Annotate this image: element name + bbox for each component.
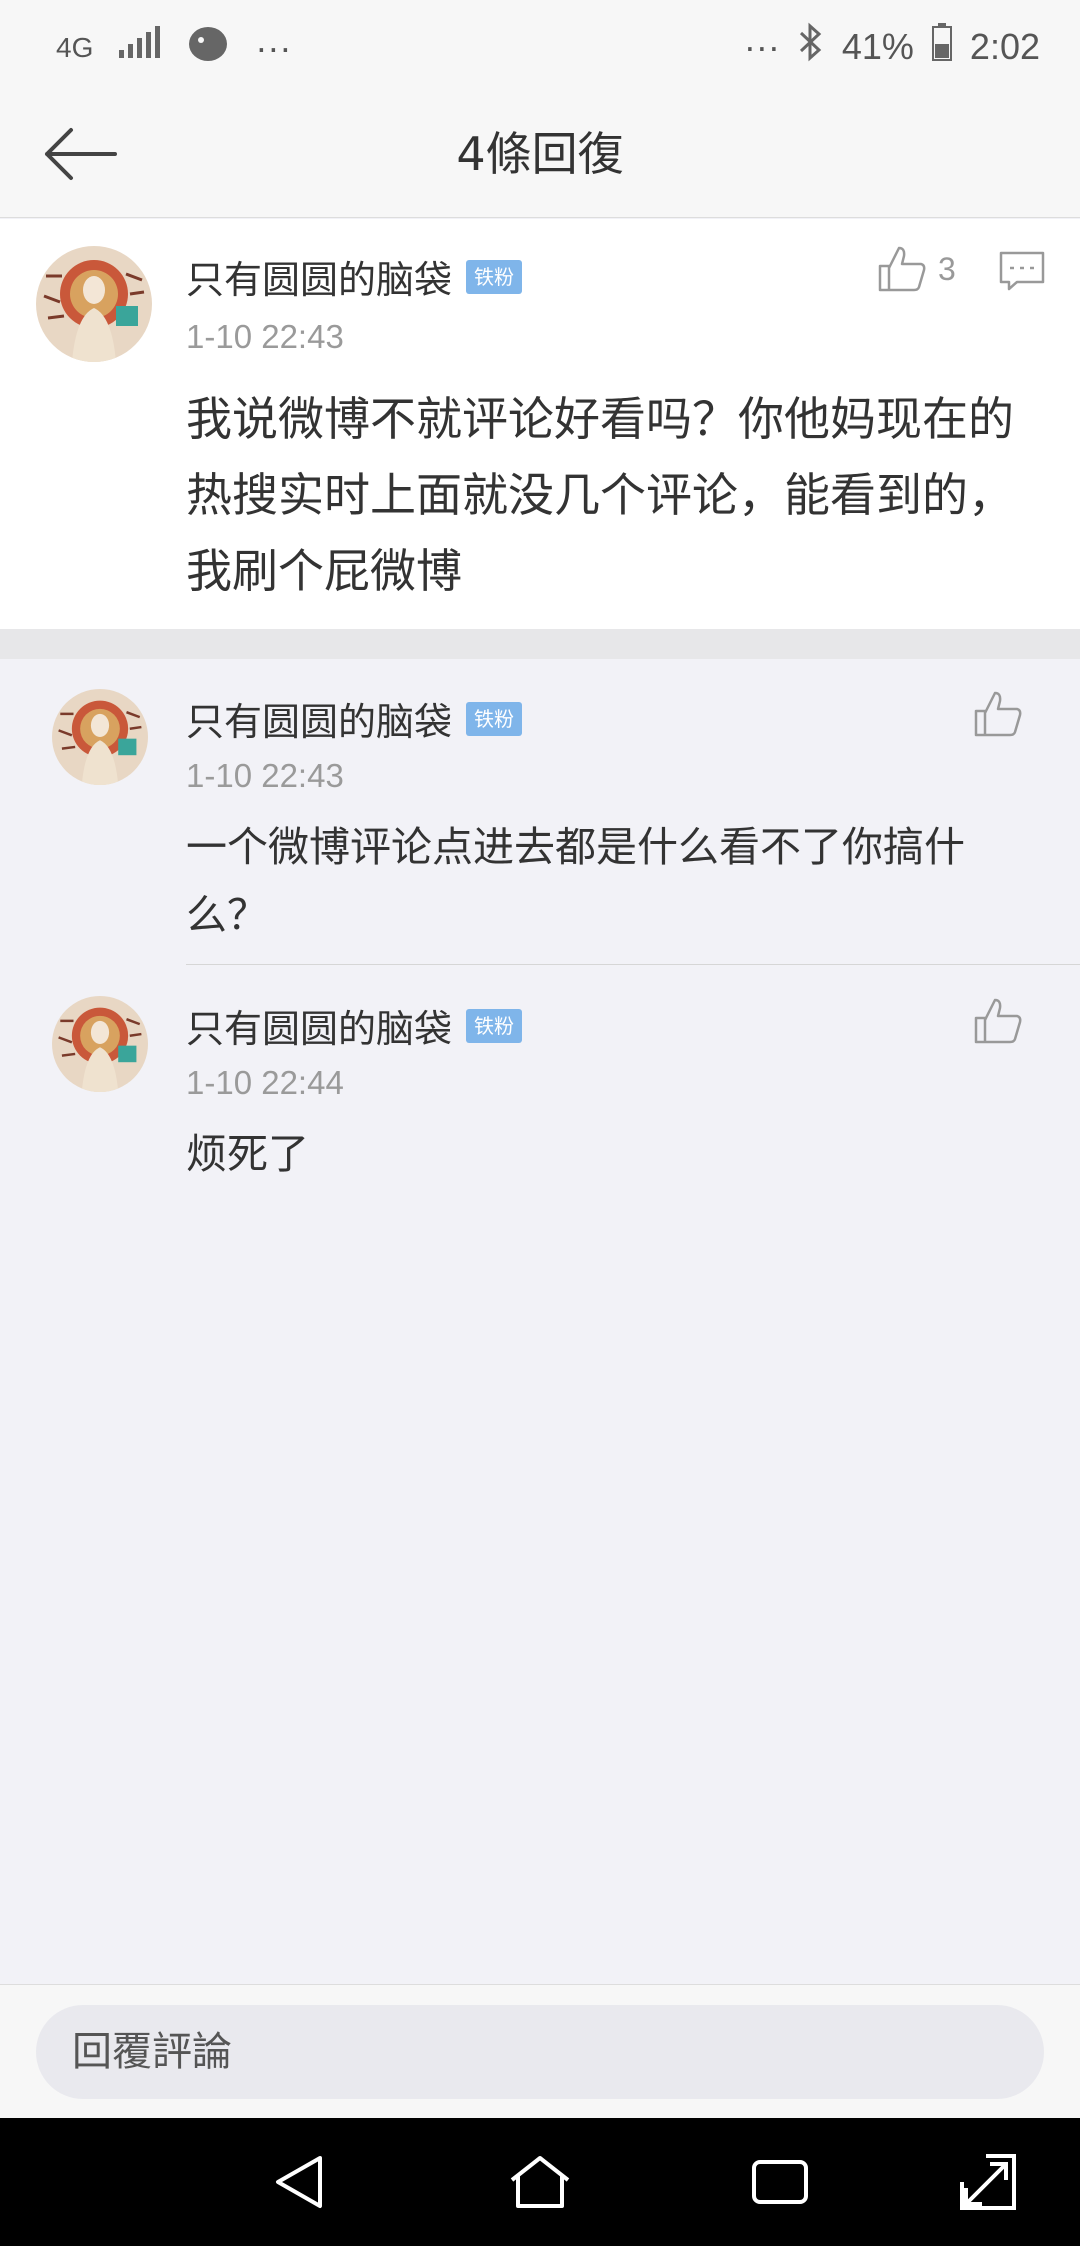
system-navigation-bar bbox=[0, 2118, 1080, 2246]
like-button[interactable] bbox=[974, 691, 1022, 737]
author-name[interactable]: 只有圆圆的脑袋 bbox=[186, 998, 452, 1053]
reply-button[interactable] bbox=[999, 251, 1045, 295]
expand-arrows-icon bbox=[960, 2154, 1016, 2210]
navigation-bar: 4條回復 bbox=[0, 90, 1080, 218]
like-count: 3 bbox=[938, 250, 956, 287]
avatar[interactable] bbox=[52, 996, 148, 1092]
page-title: 4條回復 bbox=[456, 127, 624, 181]
reply-time: 1-10 22:43 bbox=[186, 757, 344, 794]
network-type: 4G bbox=[56, 31, 94, 63]
thumbs-up-icon bbox=[974, 998, 1022, 1044]
thumbs-up-icon bbox=[974, 691, 1022, 737]
section-divider bbox=[0, 629, 1080, 659]
expand-nav-button[interactable] bbox=[956, 2152, 1020, 2212]
more-dots-icon: ··· bbox=[743, 25, 780, 67]
reply-item: 只有圆圆的脑袋 铁粉 1-10 22:43 一个微博评论点进去都是什么看不了你搞… bbox=[0, 659, 1080, 965]
reply-text: 一个微博评论点进去都是什么看不了你搞什么？ bbox=[186, 823, 965, 939]
divider bbox=[186, 964, 1080, 965]
fan-badge: 铁粉 bbox=[466, 701, 523, 736]
app-notification-icon bbox=[185, 22, 231, 73]
comment-text: 我说微博不就评论好看吗？你他妈现在的热搜实时上面就没几个评论，能看到的，我刷个屁… bbox=[186, 392, 1014, 598]
main-comment: 只有圆圆的脑袋 铁粉 1-10 22:43 我说微博不就评论好看吗？你他妈现在的… bbox=[0, 219, 1080, 629]
recents-icon bbox=[752, 2160, 808, 2204]
like-button[interactable] bbox=[974, 998, 1022, 1044]
status-bar: 4G ··· ··· 41% 2:02 bbox=[0, 0, 1080, 90]
comment-icon bbox=[999, 251, 1045, 291]
author-name[interactable]: 只有圆圆的脑袋 bbox=[186, 691, 452, 746]
fan-badge: 铁粉 bbox=[466, 1008, 523, 1043]
avatar[interactable] bbox=[36, 246, 152, 362]
more-dots-icon: ··· bbox=[255, 26, 292, 68]
back-nav-button[interactable] bbox=[270, 2152, 334, 2212]
reply-bar: 回覆評論 bbox=[0, 1984, 1080, 2118]
battery-percent: 41% bbox=[841, 25, 914, 67]
reply-text: 烦死了 bbox=[186, 1130, 309, 1178]
reply-item: 只有圆圆的脑袋 铁粉 1-10 22:44 烦死了 bbox=[0, 966, 1080, 1196]
thumbs-up-icon bbox=[878, 246, 926, 292]
recents-nav-button[interactable] bbox=[748, 2152, 812, 2212]
home-icon bbox=[510, 2156, 570, 2208]
reply-time: 1-10 22:44 bbox=[186, 1064, 344, 1101]
like-button[interactable]: 3 bbox=[878, 246, 956, 292]
fan-badge: 铁粉 bbox=[466, 259, 523, 294]
clock: 2:02 bbox=[969, 25, 1040, 67]
author-name[interactable]: 只有圆圆的脑袋 bbox=[186, 249, 452, 304]
comment-time: 1-10 22:43 bbox=[186, 318, 344, 355]
avatar[interactable] bbox=[52, 689, 148, 785]
triangle-back-icon bbox=[276, 2156, 322, 2208]
battery-icon bbox=[931, 23, 952, 70]
reply-input[interactable]: 回覆評論 bbox=[36, 2005, 1044, 2099]
signal-icon bbox=[117, 26, 161, 69]
bluetooth-icon bbox=[798, 22, 824, 71]
home-nav-button[interactable] bbox=[508, 2152, 572, 2212]
